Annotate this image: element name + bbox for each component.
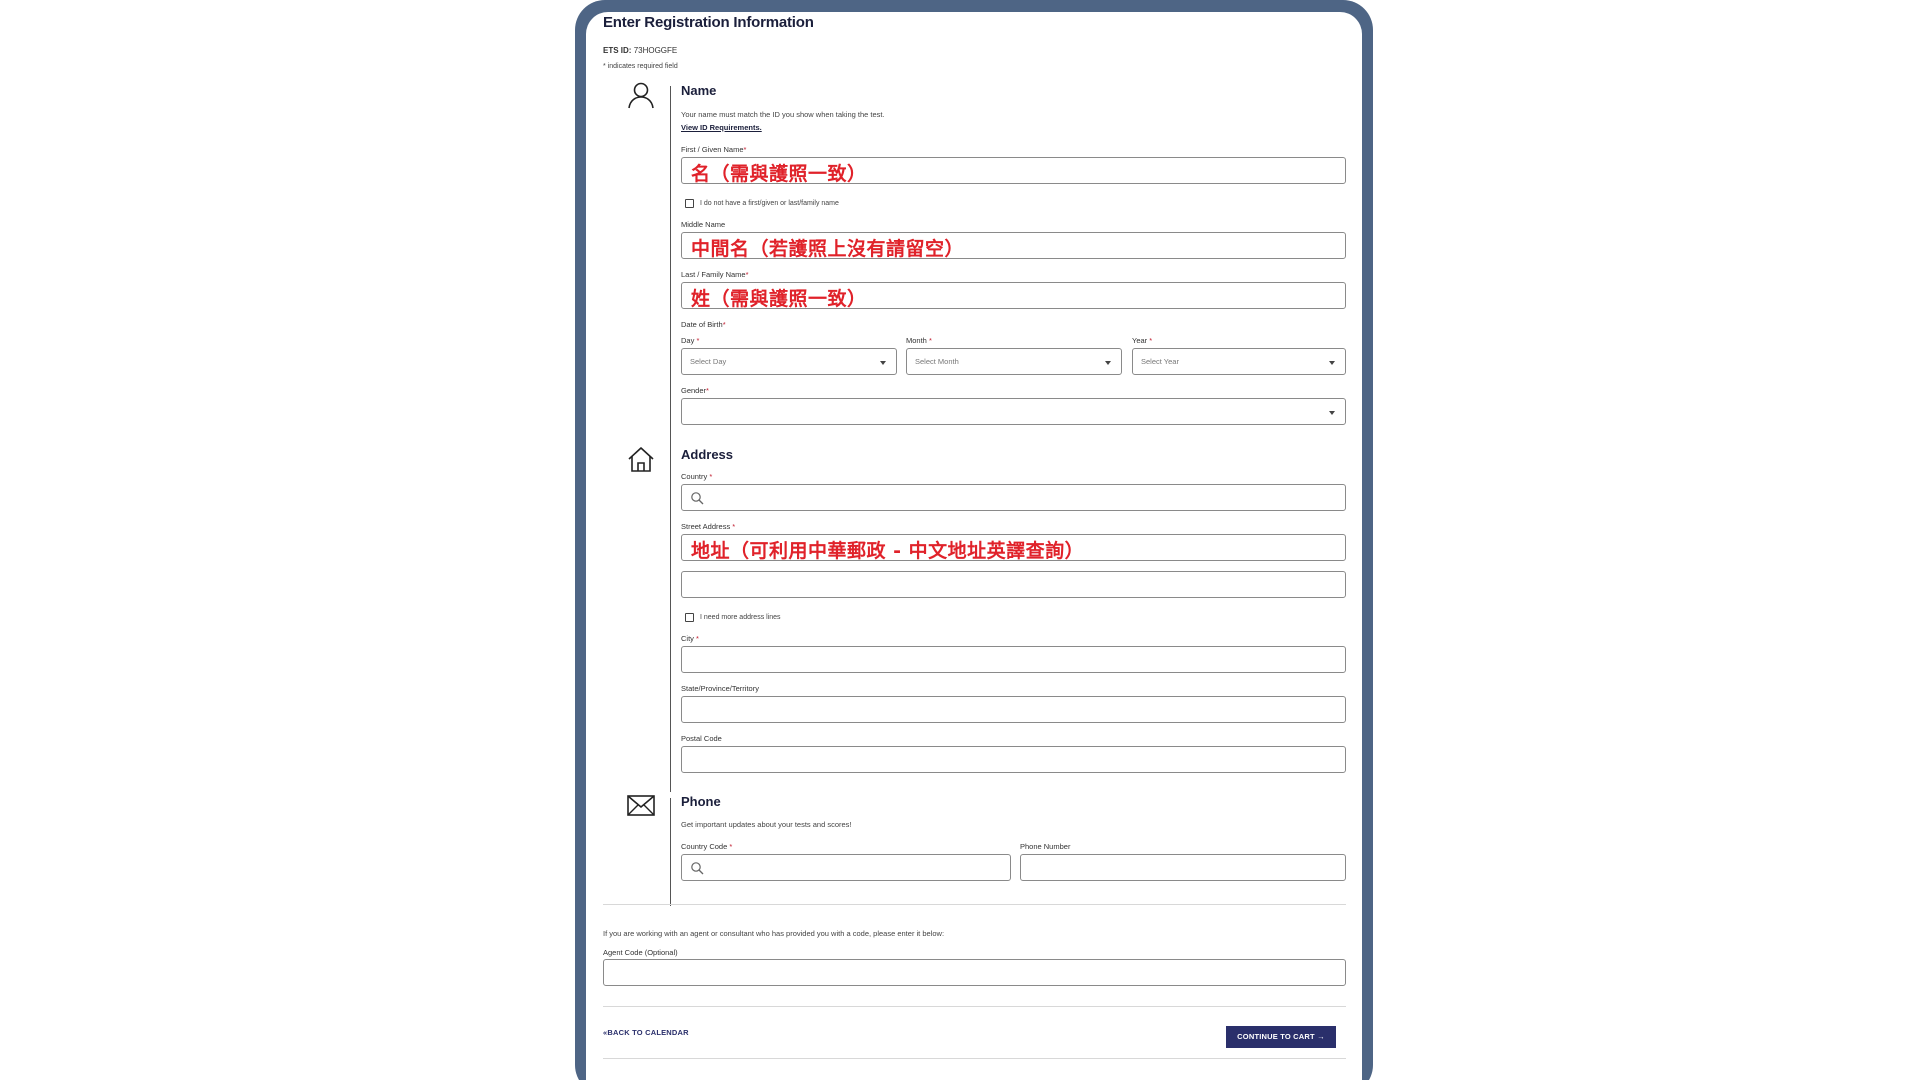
- continue-to-cart-label: CONTINUE TO CART: [1237, 1032, 1315, 1041]
- year-select-placeholder: Select Year: [1141, 357, 1179, 366]
- first-name-input[interactable]: 名（需與護照一致）: [681, 157, 1346, 185]
- gender-label: Gender*: [681, 386, 709, 395]
- phone-section-divider: [670, 798, 671, 906]
- day-label: Day *: [681, 336, 700, 345]
- ets-id: ETS ID: 73HOGGFE: [603, 46, 677, 55]
- page-title: Enter Registration Information: [603, 14, 814, 31]
- ets-id-value: 73HOGGFE: [633, 46, 678, 55]
- more-address-lines-label: I need more address lines: [700, 614, 781, 621]
- first-name-annotation: 名（需與護照一致）: [691, 163, 867, 185]
- chevron-down-icon: [1329, 361, 1335, 365]
- ets-id-label: ETS ID:: [603, 46, 632, 55]
- bottom-divider: [603, 1058, 1346, 1059]
- last-name-label: Last / Family Name*: [681, 270, 749, 279]
- city-label: City *: [681, 634, 699, 643]
- middle-name-label: Middle Name: [681, 220, 726, 229]
- middle-name-annotation: 中間名（若護照上沒有請留空）: [691, 238, 965, 260]
- state-input[interactable]: [681, 696, 1346, 723]
- gender-select[interactable]: [681, 398, 1346, 425]
- day-select[interactable]: Select Day: [681, 348, 897, 375]
- country-code-search-input[interactable]: [681, 854, 1011, 881]
- back-to-calendar-label: BACK TO CALENDAR: [607, 1028, 689, 1037]
- agent-code-input[interactable]: [603, 959, 1346, 986]
- country-code-label: Country Code *: [681, 842, 733, 851]
- dob-label: Date of Birth*: [681, 320, 726, 329]
- continue-to-cart-button[interactable]: CONTINUE TO CART →: [1226, 1026, 1336, 1048]
- name-section-divider: [670, 86, 671, 454]
- chevron-down-icon: [1105, 361, 1111, 365]
- country-label: Country *: [681, 472, 713, 481]
- country-search-input[interactable]: [681, 484, 1346, 511]
- registration-form-screen: Enter Registration Information ETS ID: 7…: [586, 12, 1362, 1080]
- year-label: Year *: [1132, 336, 1153, 345]
- no-name-checkbox[interactable]: [685, 199, 694, 208]
- view-id-requirements-link[interactable]: View ID Requirements.: [681, 123, 762, 132]
- chevron-down-icon: [880, 361, 886, 365]
- person-icon: [628, 82, 654, 109]
- back-to-calendar-link[interactable]: «BACK TO CALENDAR: [603, 1028, 689, 1037]
- last-name-input[interactable]: 姓（需與護照一致）: [681, 282, 1346, 310]
- month-label: Month *: [906, 336, 932, 345]
- last-name-annotation: 姓（需與護照一致）: [691, 288, 867, 310]
- month-select[interactable]: Select Month: [906, 348, 1122, 375]
- search-icon: [691, 492, 704, 505]
- address-section-title: Address: [681, 447, 734, 462]
- agent-code-label: Agent Code (Optional): [603, 948, 678, 957]
- city-input[interactable]: [681, 646, 1346, 673]
- postal-code-input[interactable]: [681, 746, 1346, 773]
- street-address-input[interactable]: 地址（可利用中華郵政 - 中文地址英譯查詢）: [681, 534, 1346, 562]
- arrow-right-icon: →: [1317, 1032, 1325, 1041]
- agent-section-divider: [603, 904, 1346, 905]
- middle-name-input[interactable]: 中間名（若護照上沒有請留空）: [681, 232, 1346, 260]
- search-icon: [691, 862, 704, 875]
- required-note: * indicates required field: [603, 63, 678, 70]
- year-select[interactable]: Select Year: [1132, 348, 1346, 375]
- chevron-down-icon: [1329, 411, 1335, 415]
- state-label: State/Province/Territory: [681, 684, 759, 693]
- address-section-divider: [670, 450, 671, 792]
- house-icon: [628, 447, 654, 472]
- agent-note: If you are working with an agent or cons…: [603, 929, 945, 938]
- day-select-placeholder: Select Day: [690, 357, 727, 366]
- street-address-annotation: 地址（可利用中華郵政 - 中文地址英譯查詢）: [691, 540, 1085, 562]
- phone-number-input[interactable]: [1020, 854, 1346, 881]
- postal-code-label: Postal Code: [681, 734, 722, 743]
- phone-section-title: Phone: [681, 794, 721, 809]
- more-address-lines-checkbox[interactable]: [685, 613, 694, 622]
- envelope-icon: [627, 795, 655, 816]
- month-select-placeholder: Select Month: [915, 357, 959, 366]
- phone-helper-text: Get important updates about your tests a…: [681, 820, 852, 829]
- no-name-checkbox-label: I do not have a first/given or last/fami…: [700, 200, 839, 207]
- name-section-title: Name: [681, 83, 717, 98]
- phone-number-label: Phone Number: [1020, 842, 1071, 851]
- street-address-line-2-input[interactable]: [681, 571, 1346, 598]
- name-helper-text: Your name must match the ID you show whe…: [681, 110, 885, 119]
- footer-divider: [603, 1006, 1346, 1007]
- first-name-label: First / Given Name*: [681, 145, 747, 154]
- street-address-label: Street Address *: [681, 522, 736, 531]
